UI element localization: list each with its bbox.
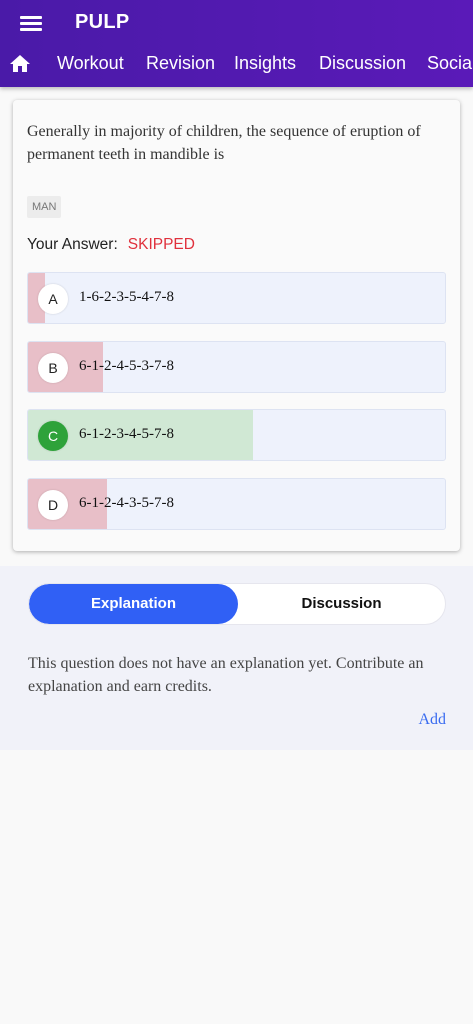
- question-text: Generally in majority of children, the s…: [27, 123, 421, 163]
- option-a-letter: A: [38, 284, 68, 314]
- answer-label: Your Answer:: [27, 236, 118, 253]
- tab-discussion[interactable]: Discussion: [319, 53, 406, 74]
- tab-workout[interactable]: Workout: [57, 53, 124, 74]
- tab-insights[interactable]: Insights: [234, 53, 296, 74]
- subject-tag: MAN: [27, 196, 62, 218]
- explanation-text: This question does not have an explanati…: [28, 655, 424, 695]
- option-d-text: 6-1-2-4-3-5-7-8: [79, 495, 174, 511]
- option-a[interactable]: A 1-6-2-3-5-4-7-8: [27, 272, 446, 324]
- app-bar: PULP Workout Revision Insights Discussio…: [0, 0, 473, 87]
- option-b-text: 6-1-2-4-5-3-7-8: [79, 358, 174, 374]
- top-tabs: Workout Revision Insights Discussion Soc…: [0, 44, 473, 86]
- option-c-letter: C: [38, 421, 68, 451]
- option-d-letter: D: [38, 490, 68, 520]
- answer-status: SKIPPED: [127, 236, 195, 253]
- your-answer: Your Answer: SKIPPED: [27, 236, 195, 254]
- tab-revision[interactable]: Revision: [146, 53, 215, 74]
- question-card: Generally in majority of children, the s…: [13, 100, 460, 551]
- menu-icon[interactable]: [20, 14, 44, 32]
- explanation-tab[interactable]: Explanation: [29, 584, 238, 624]
- add-explanation-link[interactable]: Add: [418, 711, 446, 729]
- app-title: PULP: [75, 11, 130, 33]
- option-d[interactable]: D 6-1-2-4-3-5-7-8: [27, 478, 446, 530]
- option-a-text: 1-6-2-3-5-4-7-8: [79, 289, 174, 305]
- discussion-tab[interactable]: Discussion: [238, 584, 445, 624]
- home-icon[interactable]: [8, 52, 32, 76]
- option-c[interactable]: C 6-1-2-3-4-5-7-8: [27, 409, 446, 461]
- option-b[interactable]: B 6-1-2-4-5-3-7-8: [27, 341, 446, 393]
- tab-social[interactable]: Social: [427, 53, 473, 74]
- explanation-section: Explanation Discussion This question doe…: [0, 566, 473, 750]
- section-toggle: Explanation Discussion: [28, 583, 446, 625]
- option-b-letter: B: [38, 353, 68, 383]
- option-c-text: 6-1-2-3-4-5-7-8: [79, 426, 174, 442]
